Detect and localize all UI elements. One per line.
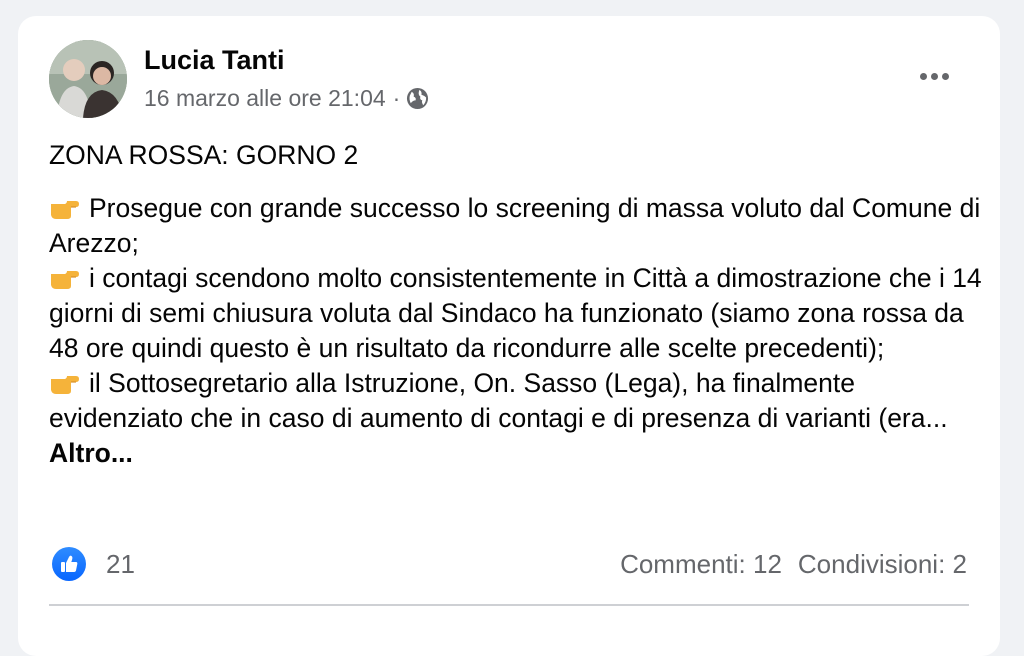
post-paragraph-3: il Sottosegretario alla Istruzione, On. …	[49, 366, 984, 471]
pointing-hand-emoji-icon	[49, 264, 79, 289]
post-meta: 16 marzo alle ore 21:04 ·	[144, 85, 429, 112]
post-body: ZONA ROSSA: GORNO 2 Prosegue con grande …	[49, 138, 984, 471]
comments-count[interactable]: Commenti: 12	[620, 549, 782, 580]
avatar-photo	[49, 40, 127, 118]
shares-count[interactable]: Condivisioni: 2	[798, 549, 967, 580]
see-more-link[interactable]: Altro...	[49, 438, 133, 468]
more-options-icon	[919, 72, 927, 80]
post-paragraph-2: i contagi scendono molto consistentement…	[49, 261, 984, 366]
post-headline: ZONA ROSSA: GORNO 2	[49, 140, 359, 170]
divider	[49, 604, 969, 606]
reaction-count[interactable]: 21	[106, 549, 135, 580]
engagement-counts: Commenti: 12 Condivisioni: 2	[620, 549, 967, 580]
post-card: Lucia Tanti 16 marzo alle ore 21:04 · ZO…	[18, 16, 1000, 656]
author-name[interactable]: Lucia Tanti	[144, 45, 285, 76]
pointing-hand-emoji-icon	[49, 194, 79, 219]
globe-icon[interactable]	[406, 87, 429, 110]
paragraph-text: Prosegue con grande successo lo screenin…	[49, 193, 981, 258]
post-paragraph-1: Prosegue con grande successo lo screenin…	[49, 191, 984, 261]
post-timestamp[interactable]: 16 marzo alle ore 21:04	[144, 85, 386, 112]
avatar[interactable]	[49, 40, 127, 118]
more-options-button[interactable]	[912, 61, 956, 91]
paragraph-text: il Sottosegretario alla Istruzione, On. …	[49, 368, 948, 433]
meta-separator: ·	[392, 85, 401, 111]
pointing-hand-emoji-icon	[49, 369, 79, 394]
like-icon[interactable]	[52, 547, 86, 581]
paragraph-text: i contagi scendono molto consistentement…	[49, 263, 982, 363]
